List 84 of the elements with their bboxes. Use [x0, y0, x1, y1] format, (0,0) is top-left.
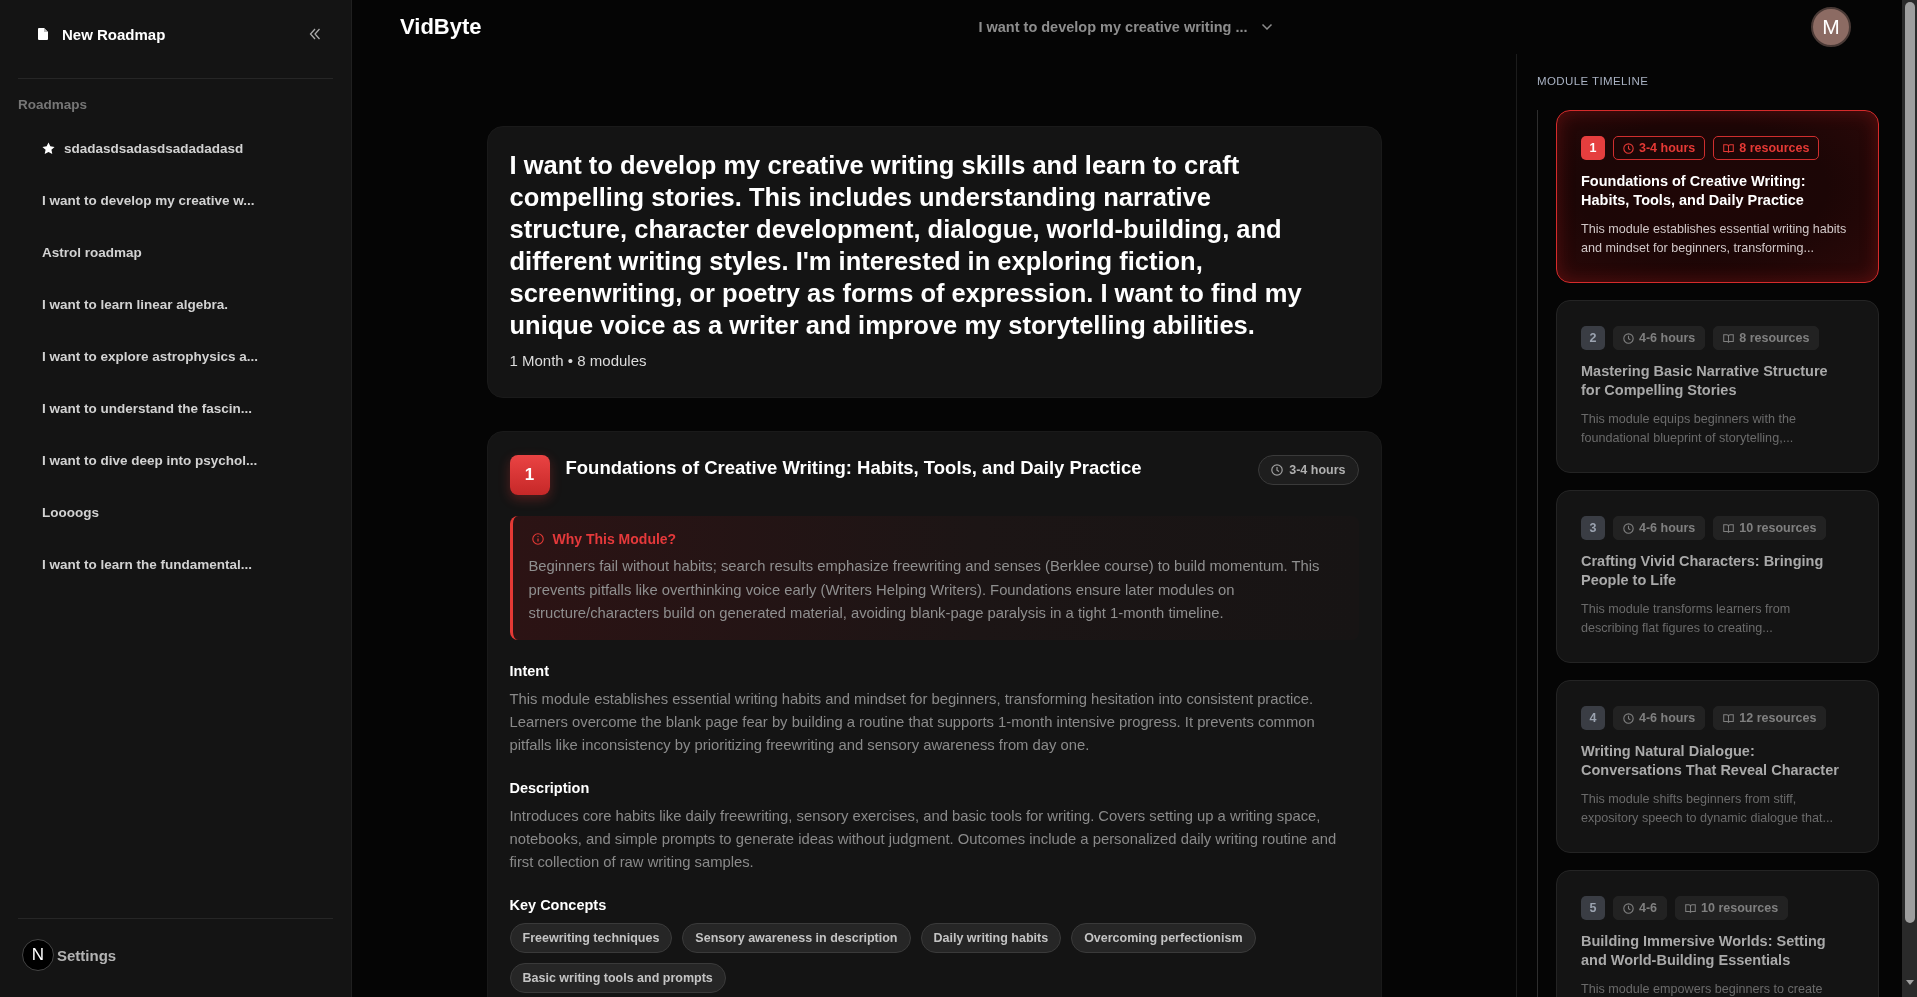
- callout-title: Why This Module?: [552, 530, 677, 549]
- scroll-down-arrow-icon[interactable]: [1905, 980, 1914, 985]
- section-heading: Key Concepts: [509, 895, 608, 915]
- clock-icon: [1623, 522, 1634, 534]
- user-avatar[interactable]: M: [1811, 7, 1851, 47]
- book-icon: [1723, 522, 1735, 534]
- module-summary: This module establishes essential writing habits and mindset for beginners, transforming...: [1581, 221, 1848, 257]
- section-text: This module establishes essential writing habits and mindset for beginners, transforming hesitation into consistent practice. Learners overcome the blank page fear by building a routine that supports 1-month intensive progress. It prevents common pitfalls like inconsistency by prioritizing freewriting and sensory awareness from day one.: [509, 689, 1316, 755]
- book-icon: [1723, 142, 1735, 154]
- module-summary: This module equips beginners with the foundational blueprint of storytelling,...: [1581, 411, 1797, 447]
- resources-text: 8 resources: [1739, 331, 1810, 345]
- module-title: Writing Natural Dialogue: Conversations That Reveal Character: [1581, 742, 1840, 780]
- module-summary: This module shifts beginners from stiff, expository speech to dynamic dialogue that...: [1581, 791, 1835, 827]
- section-text: Introduces core habits like daily freewriting, sensory exercises, and basic tools for writing. Covers setting up a writing space, notebooks, and simple prompts to generate ideas without judgment. Outcomes include a personalized daily writing routine and first collection of raw writing samples.: [509, 806, 1338, 872]
- clock-icon: [1623, 712, 1634, 724]
- concept-tag: Basic writing tools and prompts: [509, 962, 726, 993]
- concept-tag: Freewriting techniques: [509, 922, 673, 953]
- sidebar-item[interactable]: I want to understand the fascin...: [42, 399, 253, 418]
- module-number: 5: [1581, 896, 1605, 920]
- letter-avatar[interactable]: N: [22, 939, 54, 971]
- module-title: Foundations of Creative Writing: Habits, Tools, and Daily Practice: [1581, 172, 1807, 210]
- roadmap-meta: 1 Month • 8 modules: [509, 351, 648, 371]
- timeline-module-card[interactable]: 2 4-6 hours 8 resources Mastering Basic Narrative Structure for Compelling Stories This module equips beginners with the foundational blueprint of storytelling,...: [1556, 300, 1879, 473]
- book-icon: [1723, 332, 1735, 344]
- module-number: 4: [1581, 706, 1605, 730]
- new-roadmap-button[interactable]: New Roadmap: [38, 25, 166, 43]
- resources-text: 8 resources: [1739, 141, 1810, 155]
- sidebar-item[interactable]: Astrol roadmap: [42, 243, 142, 262]
- duration-text: 4-6 hours: [1639, 711, 1696, 725]
- concept-tag: Overcoming perfectionism: [1071, 922, 1256, 953]
- sidebar-item[interactable]: I want to develop my creative w...: [42, 191, 255, 210]
- sidebar-item[interactable]: sdadasdsadasdsadadadasd: [42, 139, 244, 158]
- timeline-module-card[interactable]: 1 3-4 hours 8 resources Foundations of Creative Writing: Habits, Tools, and Daily Practice This module establishes essential writing habits and mindset for beginners, transforming...: [1556, 110, 1879, 283]
- concept-tag: Sensory awareness in description: [682, 922, 911, 953]
- timeline-module-card[interactable]: 3 4-6 hours 10 resources Crafting Vivid Characters: Bringing People to Life This module transforms learners from describing flat figures to creating...: [1556, 490, 1879, 663]
- module-summary: This module empowers beginners to create: [1581, 981, 1824, 997]
- scrollbar[interactable]: [1902, 0, 1917, 997]
- sidebar-item[interactable]: I want to learn the fundamental...: [42, 555, 253, 574]
- double-chevron-left-icon: [309, 28, 321, 40]
- clock-icon: [1271, 464, 1284, 476]
- duration-text: 4-6 hours: [1639, 521, 1696, 535]
- module-number: 1: [1581, 136, 1605, 160]
- module-number: 3: [1581, 516, 1605, 540]
- module-number: 2: [1581, 326, 1605, 350]
- roadmap-dropdown[interactable]: I want to develop my creative writing ...: [978, 19, 1273, 35]
- section-heading: Description: [509, 778, 591, 798]
- resources-text: 12 resources: [1739, 711, 1817, 725]
- chevron-down-icon: [1260, 23, 1273, 31]
- clock-icon: [1623, 332, 1634, 344]
- star-icon: [42, 142, 55, 155]
- info-icon: [531, 533, 544, 545]
- module-title: Building Immersive Worlds: Setting and World-Building Essentials: [1581, 932, 1827, 970]
- settings-link[interactable]: Settings: [57, 946, 117, 964]
- timeline-heading: MODULE TIMELINE: [1537, 74, 1650, 88]
- sidebar-item[interactable]: I want to explore astrophysics a...: [42, 347, 259, 366]
- resources-text: 10 resources: [1701, 901, 1779, 915]
- concept-tag: Daily writing habits: [920, 922, 1062, 953]
- app-logo[interactable]: VidByte: [400, 14, 482, 40]
- resources-text: 10 resources: [1739, 521, 1817, 535]
- scrollbar-thumb[interactable]: [1904, 2, 1915, 923]
- sidebar-item[interactable]: I want to learn linear algebra.: [42, 295, 229, 314]
- book-icon: [1685, 902, 1697, 914]
- timeline-module-card[interactable]: 4 4-6 hours 12 resources Writing Natural Dialogue: Conversations That Reveal Character This module shifts beginners from stiff, expository speech to dynamic dialogue that...: [1556, 680, 1879, 853]
- duration-text: 3-4 hours: [1639, 141, 1696, 155]
- module-title: Mastering Basic Narrative Structure for Compelling Stories: [1581, 362, 1829, 400]
- module-number: 1: [509, 455, 550, 495]
- clock-icon: [1623, 902, 1634, 914]
- module-summary: This module transforms learners from describing flat figures to creating...: [1581, 601, 1792, 637]
- clock-icon: [1623, 142, 1634, 154]
- duration-text: 4-6: [1639, 901, 1658, 915]
- timeline-module-card[interactable]: 5 4-6 10 resources Building Immersive Worlds: Setting and World-Building Essentials This module empowers beginners to create: [1556, 870, 1879, 997]
- document-icon: [38, 28, 48, 40]
- duration-text: 4-6 hours: [1639, 331, 1696, 345]
- collapse-sidebar-button[interactable]: [309, 28, 321, 40]
- roadmap-title: I want to develop my creative writing skills and learn to craft compelling stories. This includes understanding narrative structure, character development, dialogue, world-building, and different writing styles. I'm interested in exploring fiction, screenwriting, or poetry as forms of expression. I want to find my unique voice as a writer and improve my storytelling abilities.: [509, 150, 1303, 341]
- sidebar-item[interactable]: I want to dive deep into psychol...: [42, 451, 258, 470]
- section-label: Roadmaps: [18, 97, 89, 113]
- duration-text: 3-4 hours: [1289, 463, 1346, 477]
- module-heading: Foundations of Creative Writing: Habits, Tools, and Daily Practice: [565, 456, 1143, 480]
- sidebar-item[interactable]: Loooogs: [42, 503, 99, 522]
- book-icon: [1723, 712, 1735, 724]
- module-title: Crafting Vivid Characters: Bringing People to Life: [1581, 552, 1825, 590]
- callout-text: Beginners fail without habits; search results emphasize freewriting and senses (Berklee course) to build momentum. This prevents pitfalls like overthinking voice early (Writers Helping Writers). Foundations ensure later modules on structure/characters build on generated material, avoiding blank-page paralysis in a tight 1-month timeline.: [528, 557, 1321, 623]
- section-heading: Intent: [509, 661, 550, 681]
